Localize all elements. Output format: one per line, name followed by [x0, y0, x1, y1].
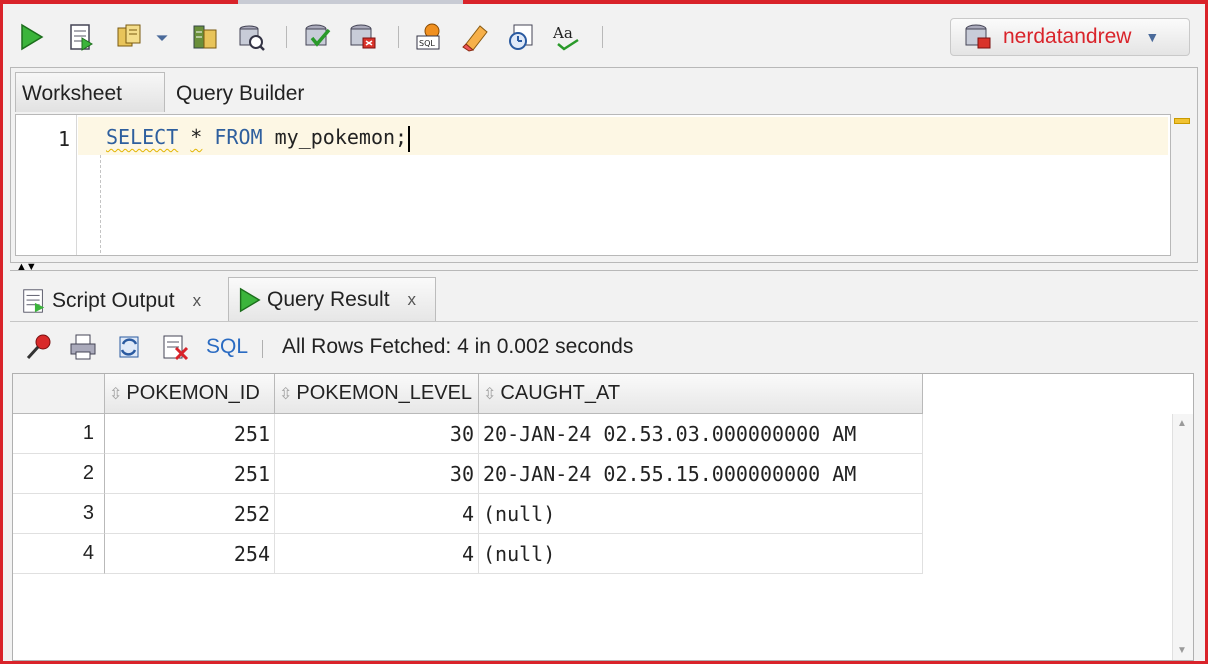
row-number[interactable]: 4: [13, 534, 105, 574]
table-name-token: my_pokemon;: [274, 125, 408, 149]
toolbar-separator: [262, 340, 263, 358]
column-header-pokemon-level[interactable]: ⇳ POKEMON_LEVEL: [275, 374, 479, 414]
sort-icon[interactable]: ⇳: [279, 384, 292, 404]
table-cell[interactable]: 20-JAN-24 02.53.03.000000000 AM: [479, 414, 923, 454]
svg-text:SQL: SQL: [419, 39, 435, 48]
top-tab-strip: [238, 0, 463, 4]
toolbar-separator: [286, 26, 287, 48]
grid-corner: [13, 374, 105, 414]
table-cell[interactable]: 252: [105, 494, 275, 534]
table-cell[interactable]: 30: [275, 414, 479, 454]
sql-tuning-icon[interactable]: SQL: [412, 20, 446, 54]
fetch-status: All Rows Fetched: 4 in 0.002 seconds: [282, 335, 634, 358]
dropdown-icon[interactable]: [152, 20, 172, 54]
column-header-caught-at[interactable]: ⇳ CAUGHT_AT: [479, 374, 923, 414]
table-cell[interactable]: 254: [105, 534, 275, 574]
table-cell[interactable]: 4: [275, 534, 479, 574]
keyword-select: SELECT: [106, 125, 179, 149]
result-grid[interactable]: ⇳ POKEMON_ID ⇳ POKEMON_LEVEL ⇳ CAUGHT_AT 1 …: [12, 373, 1194, 661]
tab-script-output[interactable]: Script Output x: [20, 281, 201, 321]
database-icon: [965, 24, 991, 49]
close-icon[interactable]: x: [408, 290, 417, 310]
table-cell[interactable]: 20-JAN-24 02.55.15.000000000 AM: [479, 454, 923, 494]
run-script-icon[interactable]: [64, 20, 98, 54]
warning-marker-icon[interactable]: [1174, 118, 1190, 124]
tab-script-output-label: Script Output: [52, 289, 175, 312]
sort-icon[interactable]: ⇳: [109, 384, 122, 404]
main-toolbar: SQL Aa nerdatandrew ▼: [8, 14, 1198, 62]
svg-text:Aa: Aa: [552, 24, 573, 42]
run-statement-icon[interactable]: [14, 20, 48, 54]
column-header-pokemon-id[interactable]: ⇳ POKEMON_ID: [105, 374, 275, 414]
fold-guide: [100, 155, 101, 253]
play-icon: [239, 287, 261, 312]
toolbar-separator: [602, 26, 603, 48]
chevron-down-icon[interactable]: ▼: [1145, 29, 1159, 45]
clear-icon[interactable]: [458, 20, 492, 54]
code-line[interactable]: SELECT * FROM my_pokemon;: [106, 125, 411, 152]
scroll-down-icon[interactable]: ▼: [1177, 645, 1187, 656]
script-output-icon: [23, 289, 45, 313]
star-token: *: [190, 125, 203, 149]
row-number[interactable]: 2: [13, 454, 105, 494]
close-icon[interactable]: x: [193, 291, 202, 311]
results-panel: Script Output x Query Result x SQL All R…: [10, 270, 1198, 661]
connection-name: nerdatandrew: [1003, 25, 1132, 48]
toolbar-separator: [398, 26, 399, 48]
line-number: 1: [57, 127, 70, 151]
table-cell[interactable]: 30: [275, 454, 479, 494]
print-icon[interactable]: [66, 330, 100, 364]
scroll-up-icon[interactable]: ▲: [1177, 418, 1187, 429]
history-icon[interactable]: [504, 20, 538, 54]
results-toolbar: SQL All Rows Fetched: 4 in 0.002 seconds: [10, 321, 1198, 372]
tab-query-result-label: Query Result: [267, 287, 390, 311]
worksheet-editor-panel: Worksheet Query Builder 1 SELECT * FROM …: [10, 67, 1198, 263]
table-cell[interactable]: 251: [105, 414, 275, 454]
keyword-from: FROM: [214, 125, 263, 149]
text-caret: [408, 125, 411, 152]
autotrace-icon[interactable]: [234, 20, 268, 54]
table-cell[interactable]: 4: [275, 494, 479, 534]
sql-link[interactable]: SQL: [206, 335, 248, 359]
line-gutter: 1: [16, 115, 77, 255]
export-icon[interactable]: [158, 330, 192, 364]
pin-icon[interactable]: [22, 330, 56, 364]
vertical-scrollbar[interactable]: ▲ ▼: [1172, 414, 1193, 660]
row-number[interactable]: 1: [13, 414, 105, 454]
format-icon[interactable]: Aa: [550, 20, 584, 54]
row-number[interactable]: 3: [13, 494, 105, 534]
commit-db-icon[interactable]: [300, 20, 334, 54]
commit-icon[interactable]: [112, 20, 146, 54]
table-cell[interactable]: (null): [479, 494, 923, 534]
sql-editor[interactable]: 1 SELECT * FROM my_pokemon;: [15, 114, 1171, 256]
tab-worksheet[interactable]: Worksheet: [15, 72, 165, 112]
rollback-icon[interactable]: [346, 20, 380, 54]
explain-plan-icon[interactable]: [188, 20, 222, 54]
table-cell[interactable]: 251: [105, 454, 275, 494]
connection-selector[interactable]: nerdatandrew ▼: [950, 18, 1190, 56]
sort-icon[interactable]: ⇳: [483, 384, 496, 404]
table-cell[interactable]: (null): [479, 534, 923, 574]
refresh-icon[interactable]: [112, 330, 146, 364]
tab-query-result[interactable]: Query Result x: [228, 277, 436, 321]
tab-query-builder[interactable]: Query Builder: [176, 82, 304, 106]
